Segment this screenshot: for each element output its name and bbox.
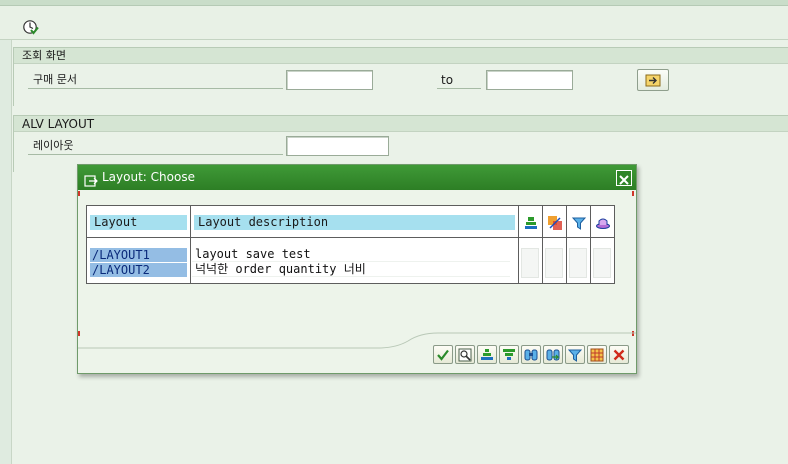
find-next-icon[interactable] bbox=[543, 345, 563, 364]
filter-icon[interactable] bbox=[565, 345, 585, 364]
cancel-icon[interactable] bbox=[609, 345, 629, 364]
purchase-document-to-input[interactable] bbox=[486, 70, 573, 90]
alv-layout-group-title: ALV LAYOUT bbox=[14, 116, 788, 132]
dialog-title: Layout: Choose bbox=[102, 170, 195, 184]
execute-icon[interactable] bbox=[22, 19, 40, 37]
filter-flag-cell bbox=[569, 248, 587, 278]
search-group-title: 조회 화면 bbox=[14, 48, 788, 64]
arrow-right-icon bbox=[645, 74, 661, 87]
table-row-description[interactable]: layout save test bbox=[192, 247, 510, 262]
table-row-layout-key[interactable]: /LAYOUT1 bbox=[90, 248, 187, 262]
purchase-document-from-input[interactable] bbox=[286, 70, 373, 90]
sort-descending-icon[interactable] bbox=[499, 345, 519, 364]
find-icon[interactable] bbox=[521, 345, 541, 364]
dialog-title-bar[interactable]: Layout: Choose bbox=[78, 165, 636, 190]
grid-vline bbox=[190, 206, 191, 283]
grid-vline bbox=[542, 206, 543, 283]
layout-field-label: 레이아웃 bbox=[28, 137, 283, 155]
table-row-layout-key[interactable]: /LAYOUT2 bbox=[90, 263, 187, 277]
default-flag-cell bbox=[521, 248, 539, 278]
layout-input[interactable] bbox=[286, 136, 389, 156]
user-flag-cell bbox=[545, 248, 563, 278]
layout-grid: Layout Layout description /LAYOUT1 layou… bbox=[86, 205, 615, 284]
close-icon[interactable] bbox=[616, 170, 632, 186]
purchase-document-label: 구매 문서 bbox=[28, 71, 283, 89]
header-separator bbox=[87, 237, 614, 238]
filter-icon[interactable] bbox=[571, 215, 587, 231]
hat-icon[interactable] bbox=[595, 215, 611, 231]
sort-ascending-icon[interactable] bbox=[477, 345, 497, 364]
layout-choose-dialog: Layout: Choose Layout Layout description… bbox=[77, 164, 637, 374]
resize-marker bbox=[78, 191, 80, 196]
default-layout-icon[interactable] bbox=[523, 215, 539, 231]
column-header-layout[interactable]: Layout bbox=[90, 215, 187, 230]
resize-marker bbox=[632, 191, 634, 196]
dialog-window-icon bbox=[84, 171, 98, 187]
application-toolbar bbox=[0, 6, 788, 40]
grid-vline bbox=[590, 206, 591, 283]
grid-vline bbox=[566, 206, 567, 283]
continue-icon[interactable] bbox=[433, 345, 453, 364]
to-label: to bbox=[437, 71, 481, 89]
column-header-description[interactable]: Layout description bbox=[194, 215, 515, 230]
grid-vline bbox=[518, 206, 519, 283]
user-specific-icon[interactable] bbox=[547, 215, 563, 231]
multiple-selection-button[interactable] bbox=[637, 69, 669, 91]
details-icon[interactable] bbox=[455, 345, 475, 364]
table-row-description[interactable]: 넉넉한 order quantity 너비 bbox=[192, 262, 510, 277]
layout-icon[interactable] bbox=[587, 345, 607, 364]
hat-flag-cell bbox=[593, 248, 611, 278]
